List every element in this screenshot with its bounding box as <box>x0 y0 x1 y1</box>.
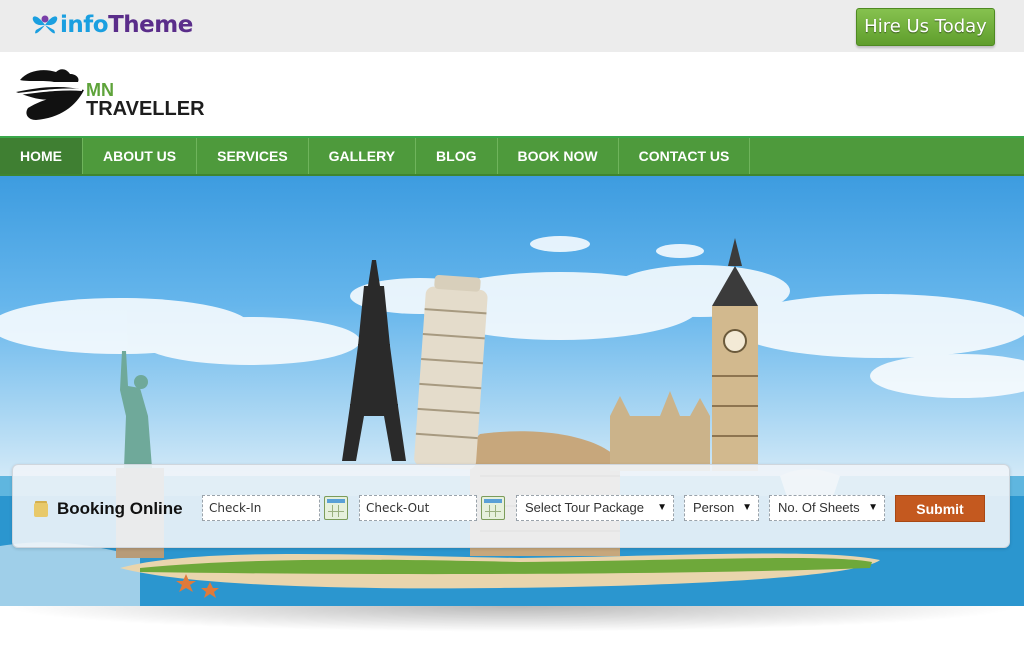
submit-button[interactable]: Submit <box>895 495 985 522</box>
booking-title: Booking Online <box>57 499 183 518</box>
calendar-icon[interactable] <box>324 496 348 520</box>
sheets-select[interactable]: No. Of Sheets ▼ <box>769 495 885 521</box>
logo-traveller: TRAVELLER <box>86 98 205 120</box>
tour-package-select[interactable]: Select Tour Package ▼ <box>516 495 674 521</box>
nav-book-now[interactable]: BOOK NOW <box>498 138 619 174</box>
infotheme-logo[interactable]: infoTheme <box>30 9 193 41</box>
calendar-icon[interactable] <box>481 496 505 520</box>
nav-about-us[interactable]: ABOUT US <box>83 138 198 174</box>
mn-traveller-logo[interactable]: MN TRAVELLER <box>14 68 205 126</box>
dropdown-arrow-icon: ▼ <box>657 502 667 513</box>
checkout-input[interactable]: Check-Out <box>359 495 477 521</box>
booking-panel: Booking Online Check-In Check-Out Select… <box>12 464 1010 548</box>
nav-contact-us[interactable]: CONTACT US <box>619 138 751 174</box>
booking-icon <box>34 503 48 517</box>
nav-gallery[interactable]: GALLERY <box>309 138 417 174</box>
logo-band: MN TRAVELLER <box>0 52 1024 136</box>
top-bar: infoTheme Hire Us Today <box>0 0 1024 52</box>
main-nav: HOME ABOUT US SERVICES GALLERY BLOG BOOK… <box>0 136 1024 176</box>
person-select[interactable]: Person ▼ <box>684 495 759 521</box>
nav-blog[interactable]: BLOG <box>416 138 498 174</box>
checkin-input[interactable]: Check-In <box>202 495 320 521</box>
person-value: Person <box>693 500 735 515</box>
banner-shadow <box>0 606 1024 632</box>
tour-package-value: Select Tour Package <box>525 500 644 515</box>
dropdown-arrow-icon: ▼ <box>868 502 878 513</box>
infotheme-brand: infoTheme <box>60 12 193 38</box>
airplane-logo-icon <box>16 69 85 120</box>
butterfly-logo-icon <box>32 15 58 34</box>
dropdown-arrow-icon: ▼ <box>742 502 752 513</box>
sheets-value: No. Of Sheets <box>778 500 860 515</box>
hire-us-button[interactable]: Hire Us Today <box>856 8 995 46</box>
nav-home[interactable]: HOME <box>0 138 83 174</box>
nav-services[interactable]: SERVICES <box>197 138 309 174</box>
